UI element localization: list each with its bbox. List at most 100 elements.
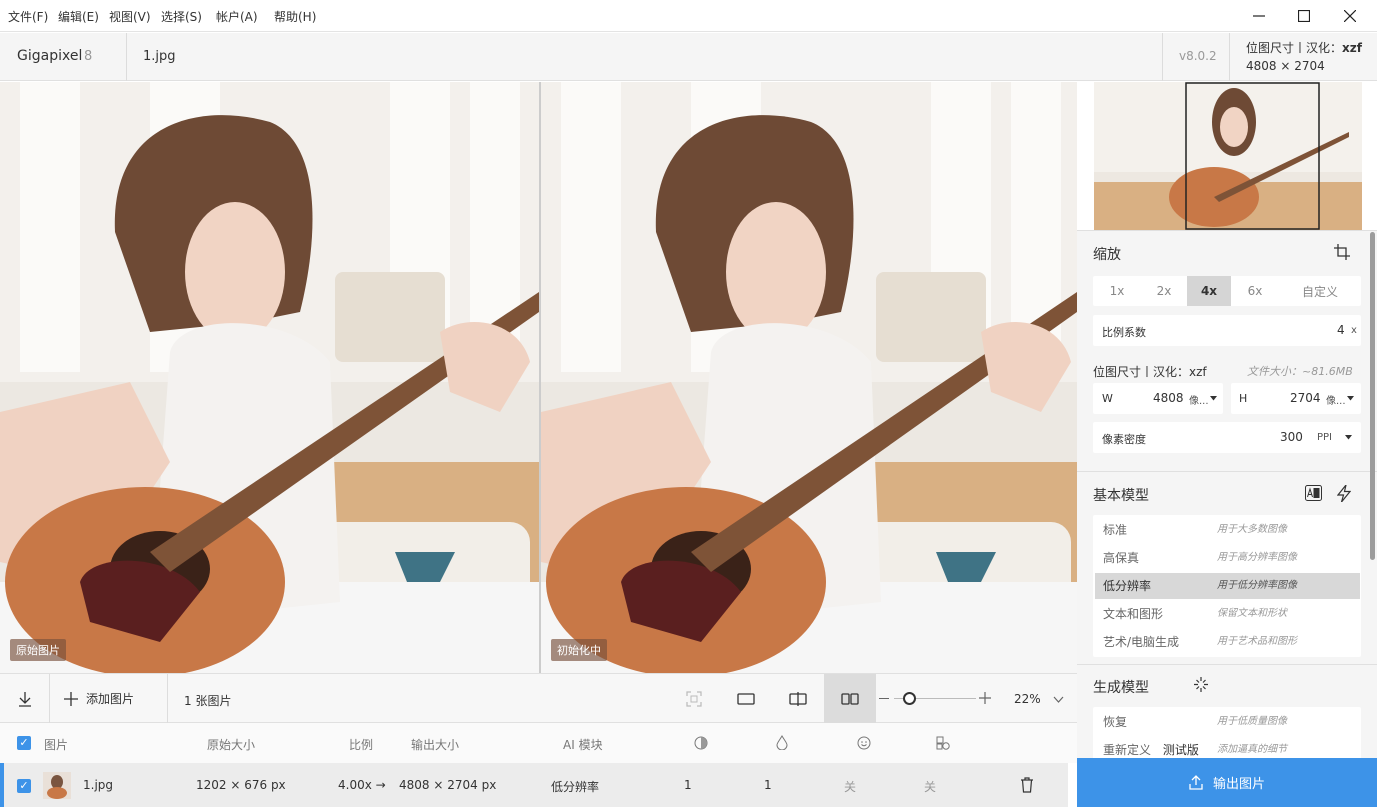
plus-icon [64, 691, 78, 706]
zoom-in-icon[interactable] [979, 692, 991, 707]
caret-down-icon [1347, 396, 1354, 401]
image-viewer[interactable]: 原始图片 初始化中 [0, 82, 1077, 673]
side-by-side-icon [841, 693, 859, 705]
height-field[interactable]: H 2704 像... [1231, 383, 1361, 414]
scale-factor-label: 比例系数 [1102, 326, 1146, 339]
single-view-icon [737, 693, 755, 705]
col-scale: 比例 [349, 738, 374, 752]
row-checkbox[interactable]: ✓ [17, 779, 31, 793]
navigator-thumbnail [1094, 82, 1362, 230]
height-value[interactable]: 2704 [1290, 391, 1321, 405]
zoom-slider-knob[interactable] [902, 692, 916, 705]
sparkle-icon [1194, 677, 1208, 692]
row-face-value: 关 [844, 780, 857, 794]
gen-model-name: 重新定义 [1103, 743, 1152, 757]
gen-model-item[interactable]: 重新定义 测试版 添加逼真的细节 [1095, 737, 1360, 758]
pixel-density-unit[interactable]: PPI [1317, 432, 1332, 443]
width-label: W [1102, 392, 1113, 405]
gen-model-beta-tag: 测试版 [1162, 743, 1199, 757]
col-original-size: 原始大小 [207, 738, 256, 752]
bottom-toolbar: 添加图片 1 张图片 22% [0, 673, 1077, 724]
auto-model-button[interactable] [1336, 484, 1352, 505]
original-pane[interactable]: 原始图片 [0, 82, 539, 673]
width-value[interactable]: 4808 [1153, 391, 1184, 405]
scale-option-4x[interactable]: 4x [1187, 276, 1231, 306]
model-item[interactable]: 高保真 用于高分辨率图像 [1095, 545, 1360, 571]
pixel-density-value[interactable]: 300 [1280, 430, 1303, 444]
model-item[interactable]: 标准 用于大多数图像 [1095, 517, 1360, 543]
col-image: 图片 [44, 738, 69, 752]
row-denoise-value: 1 [684, 778, 692, 792]
export-button[interactable]: 输出图片 [1077, 758, 1377, 807]
scale-option-1x[interactable]: 1x [1093, 276, 1141, 306]
caret-down-icon [1210, 396, 1217, 401]
menu-account[interactable]: 帐户(A) [216, 8, 258, 25]
title-bar: Gigapixel 8 1.jpg v8.0.2 位图尺寸丨汉化：xzf 480… [0, 33, 1377, 81]
model-item-selected[interactable]: 低分辨率 用于低分辨率图像 [1095, 573, 1360, 599]
preview-image [541, 82, 1077, 673]
model-compare-button[interactable] [1305, 485, 1322, 504]
model-desc: 保留文本和形状 [1217, 608, 1287, 619]
face-detect-icon[interactable] [686, 691, 702, 710]
width-field[interactable]: W 4808 像... [1093, 383, 1223, 414]
col-output-size: 输出大小 [411, 738, 460, 752]
collapse-list-button[interactable] [10, 686, 40, 712]
select-all-checkbox[interactable]: ✓ [17, 736, 31, 750]
pixel-density-field[interactable]: 像素密度 300 PPI [1093, 422, 1361, 453]
side-by-side-view-button[interactable] [824, 674, 876, 724]
height-unit[interactable]: 像... [1326, 392, 1346, 407]
width-unit[interactable]: 像... [1189, 392, 1209, 407]
caret-down-icon [1345, 435, 1352, 440]
add-image-label: 添加图片 [86, 692, 135, 706]
single-view-button[interactable] [737, 692, 755, 709]
gen-model-desc: 添加逼真的细节 [1217, 744, 1287, 755]
delete-row-button[interactable] [1020, 777, 1034, 796]
gen-model-desc: 用于低质量图像 [1217, 716, 1287, 727]
table-row[interactable]: ✓ 1.jpg 1202 × 676 px 4.00x → 4808 × 270… [0, 763, 1068, 807]
generative-info-button[interactable] [1193, 676, 1210, 696]
zoom-slider[interactable] [894, 692, 976, 705]
model-item[interactable]: 艺术/电脑生成 用于艺术品和图形 [1095, 629, 1360, 655]
minimize-button[interactable] [1236, 0, 1282, 32]
model-name: 标准 [1103, 523, 1128, 537]
pixel-density-label: 像素密度 [1102, 433, 1146, 446]
scale-option-custom[interactable]: 自定义 [1279, 276, 1361, 306]
split-view-button[interactable] [789, 692, 807, 709]
base-model-title: 基本模型 [1093, 488, 1149, 504]
model-desc: 用于高分辨率图像 [1217, 552, 1297, 563]
scale-factor-value[interactable]: 4 [1337, 323, 1345, 337]
menu-help[interactable]: 帮助(H) [274, 8, 316, 25]
col-ai-model: AI 模块 [563, 738, 603, 752]
settings-panel: 缩放 1x 2x 4x 6x 自定义 比例系数 4 x 位图尺寸丨汉化：xzf … [1077, 82, 1377, 758]
navigator[interactable] [1077, 82, 1377, 230]
scale-option-6x[interactable]: 6x [1231, 276, 1279, 306]
crop-button[interactable] [1334, 244, 1350, 263]
model-item[interactable]: 文本和图形 保留文本和形状 [1095, 601, 1360, 627]
zoom-dropdown-icon[interactable] [1053, 693, 1064, 707]
preview-pane[interactable]: 初始化中 [541, 82, 1077, 673]
zoom-out-icon[interactable] [879, 698, 889, 699]
menu-view[interactable]: 视图(V) [109, 8, 151, 25]
scale-factor-field[interactable]: 比例系数 4 x [1093, 315, 1361, 346]
shapes-icon [936, 736, 950, 750]
crop-icon [1334, 244, 1350, 260]
maximize-button[interactable] [1281, 0, 1327, 32]
add-image-button[interactable]: 添加图片 [64, 690, 134, 707]
gen-model-item[interactable]: 恢复 用于低质量图像 [1095, 709, 1360, 735]
scale-option-2x[interactable]: 2x [1141, 276, 1187, 306]
export-label: 输出图片 [1212, 777, 1265, 792]
menu-bar: 文件(F) 编辑(E) 视图(V) 选择(S) 帐户(A) 帮助(H) [0, 0, 1377, 32]
menu-select[interactable]: 选择(S) [161, 8, 202, 25]
current-filename: 1.jpg [143, 49, 176, 64]
row-sharpen-value: 1 [764, 778, 772, 792]
generative-model-title: 生成模型 [1093, 680, 1149, 696]
panel-scrollbar[interactable] [1370, 232, 1375, 560]
arrow-down-line-icon [19, 692, 31, 707]
menu-file[interactable]: 文件(F) [8, 8, 48, 25]
translate-icon [1305, 485, 1322, 501]
upload-icon [1189, 775, 1203, 790]
close-button[interactable] [1327, 0, 1373, 32]
zoom-level: 22% [1014, 692, 1041, 706]
app-version-major: 8 [84, 49, 93, 64]
menu-edit[interactable]: 编辑(E) [58, 8, 99, 25]
